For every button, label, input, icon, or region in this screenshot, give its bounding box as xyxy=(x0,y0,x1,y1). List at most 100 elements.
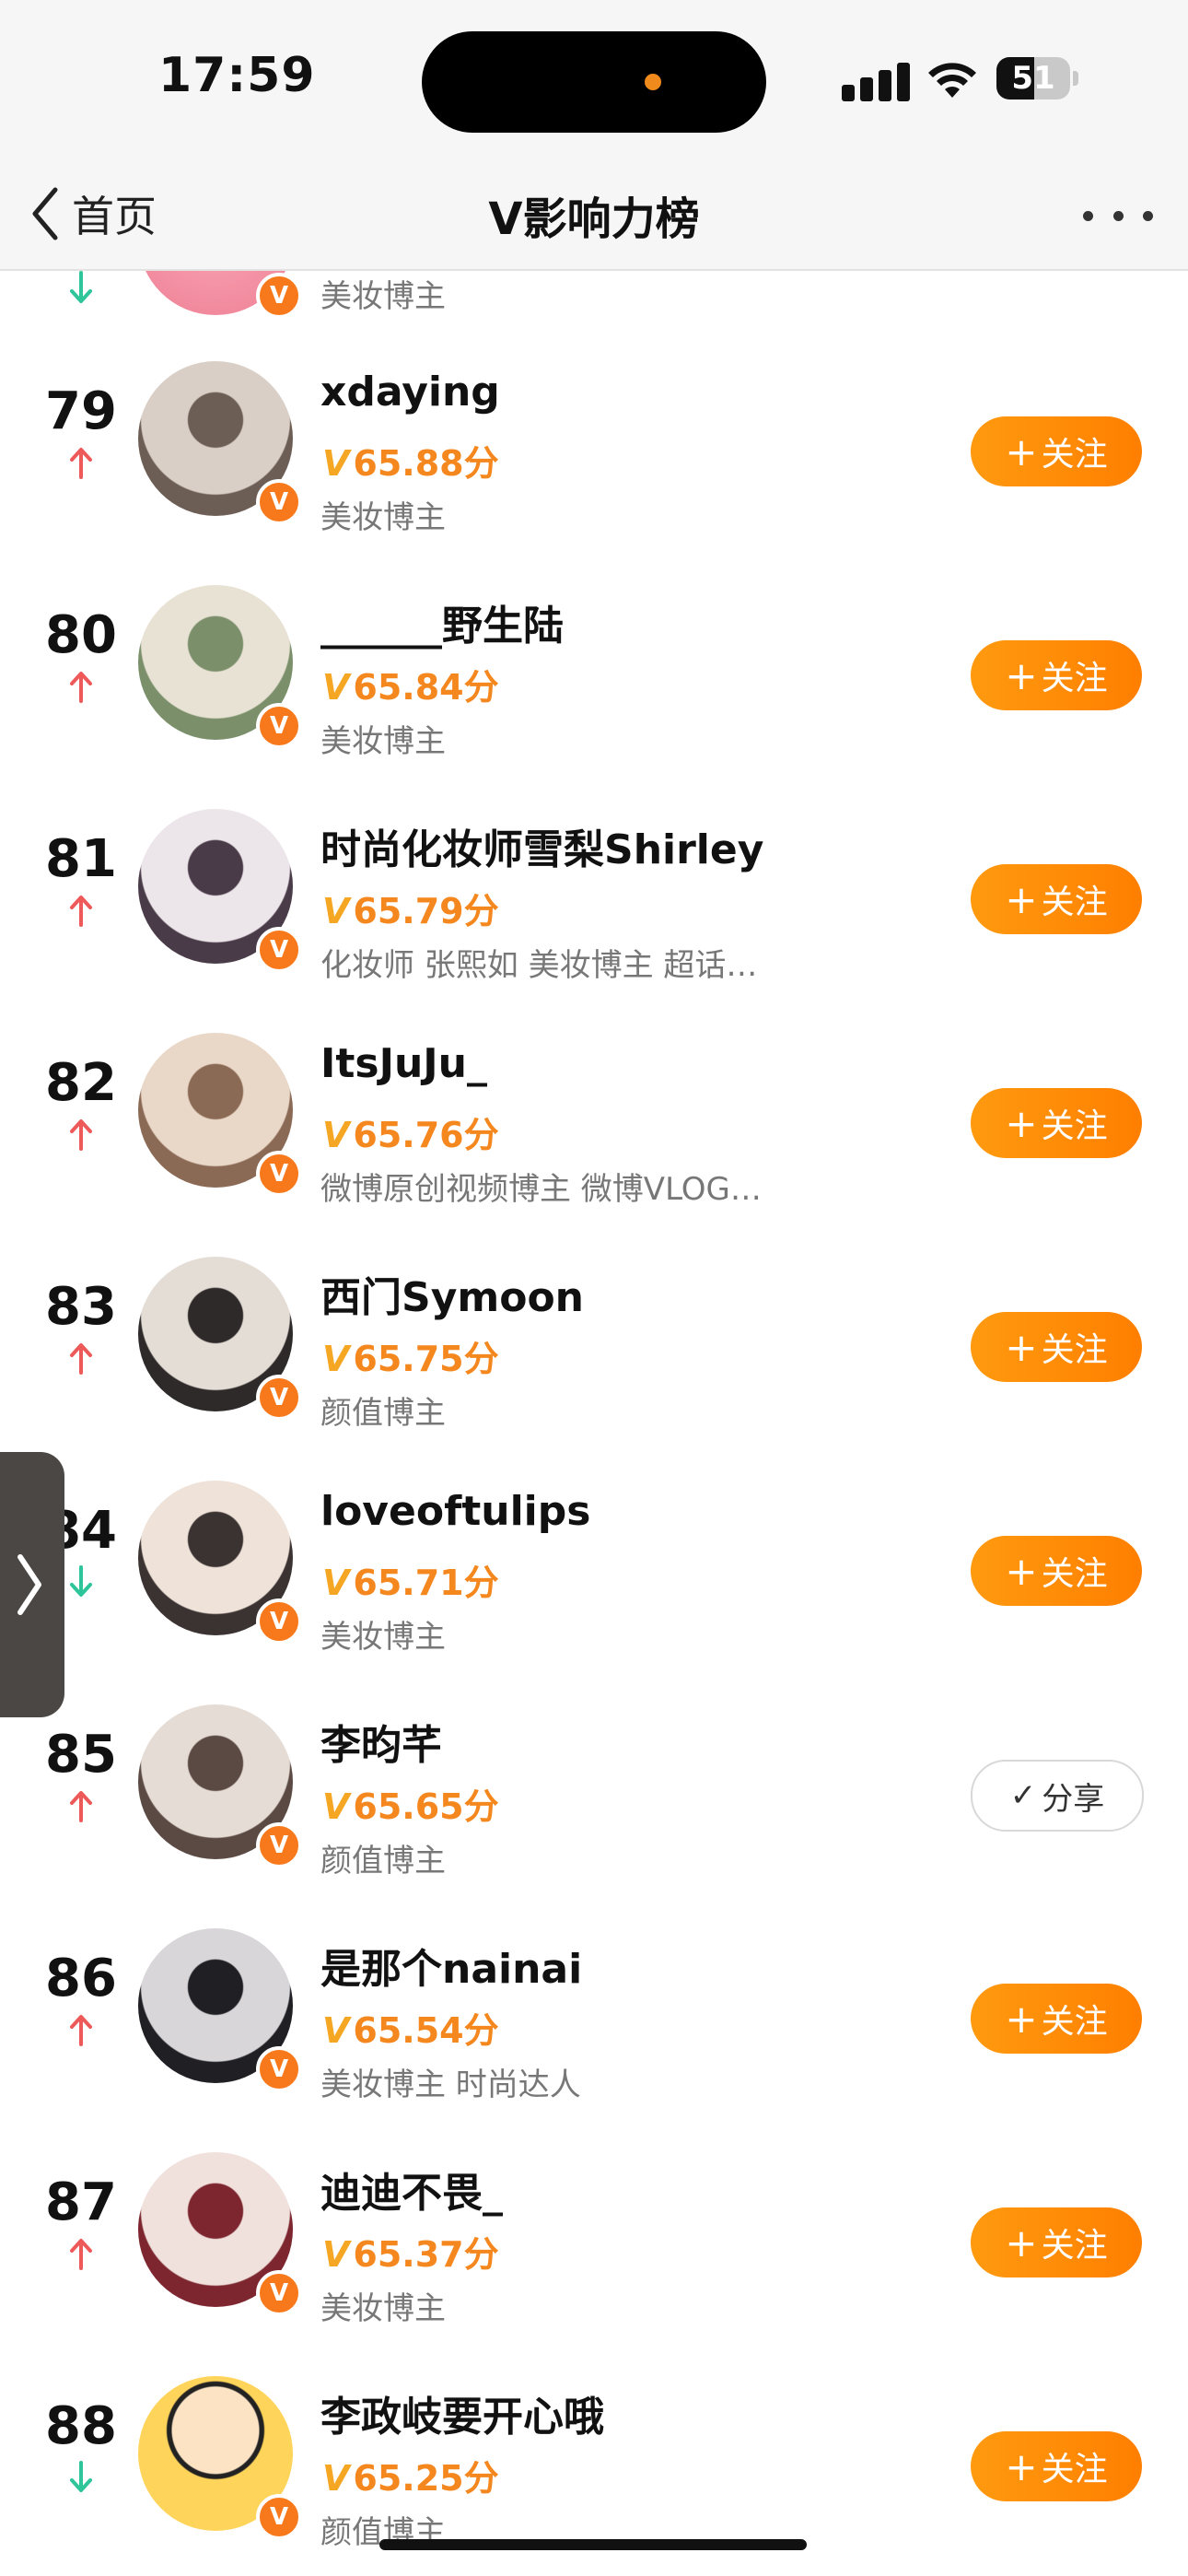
share-label: 分享 xyxy=(1042,1780,1105,1818)
more-dot-icon xyxy=(1112,210,1124,221)
status-time: 17:59 xyxy=(158,48,316,103)
account-name[interactable]: ItsJuJu_ xyxy=(320,1040,487,1087)
account-tags: 化妆师 张熙如 美妆博主 超话… xyxy=(320,947,758,984)
account-name[interactable]: 李政岐要开心哦 xyxy=(320,2383,604,2442)
influence-score: V 65.71分 xyxy=(322,1554,499,1605)
v-icon: V xyxy=(322,2458,350,2499)
battery-level-text: 51 xyxy=(1011,60,1055,97)
score-value: 65.71分 xyxy=(353,1563,499,1603)
page-title: V影响力榜 xyxy=(488,193,700,245)
account-name[interactable]: loveoftulips xyxy=(320,1488,590,1535)
plus-icon: + xyxy=(1005,1324,1038,1370)
verified-badge-icon: V xyxy=(256,1598,302,1645)
verified-badge-icon: V xyxy=(256,927,302,973)
account-tags: 美妆博主 xyxy=(320,499,446,536)
dynamic-island xyxy=(422,31,766,133)
v-icon: V xyxy=(322,443,350,484)
list-item[interactable]: 80 V ______野生陆 V 65.84分 美妆博主 + 关注 xyxy=(0,544,1188,768)
verified-badge-icon: V xyxy=(256,2270,302,2316)
score-value: 65.79分 xyxy=(353,891,499,931)
more-dot-icon xyxy=(1143,210,1153,221)
verified-badge-icon: V xyxy=(256,1822,302,1868)
list-item[interactable]: 79 V xdaying V 65.88分 美妆博主 + 关注 xyxy=(0,321,1188,544)
score-value: 65.65分 xyxy=(353,1786,499,1827)
share-button[interactable]: ✓ 分享 xyxy=(971,1760,1144,1832)
rank-number: 83 xyxy=(45,1277,117,1337)
follow-button[interactable]: + 关注 xyxy=(971,1312,1142,1382)
score-value: 65.37分 xyxy=(353,2234,499,2275)
more-dot-icon xyxy=(1083,210,1093,221)
list-item[interactable]: 86 V 是那个nainai V 65.54分 美妆博主 时尚达人 + 关注 xyxy=(0,1888,1188,2112)
side-panel-handle[interactable] xyxy=(0,1452,64,1717)
plus-icon: + xyxy=(1005,652,1038,698)
status-bar: 17:59 51 xyxy=(0,0,1188,157)
follow-button[interactable]: + 关注 xyxy=(971,864,1142,934)
influence-score: V 65.37分 xyxy=(322,2226,499,2277)
trend-up-icon xyxy=(70,672,92,703)
rank-number: 82 xyxy=(45,1053,117,1113)
follow-button[interactable]: + 关注 xyxy=(971,1984,1142,2054)
list-item[interactable]: 85 V 李昀芊 V 65.65分 颜值博主 ✓ 分享 xyxy=(0,1664,1188,1888)
score-value: 65.76分 xyxy=(353,1115,499,1155)
plus-icon: + xyxy=(1005,2443,1038,2489)
home-indicator[interactable] xyxy=(379,2539,807,2550)
battery-icon: 51 xyxy=(996,57,1078,100)
influence-score: V 65.84分 xyxy=(322,659,499,709)
verified-badge-icon: V xyxy=(256,273,302,315)
account-name[interactable]: xdaying xyxy=(320,369,500,416)
influence-score: V 65.65分 xyxy=(322,1778,499,1829)
v-icon: V xyxy=(322,891,350,931)
rank-number: 86 xyxy=(45,1949,117,2008)
list-item[interactable]: 84 V loveoftulips V 65.71分 美妆博主 + 关注 xyxy=(0,1440,1188,1664)
list-item[interactable]: 83 V 西门Symoon V 65.75分 颜值博主 + 关注 xyxy=(0,1216,1188,1440)
follow-button[interactable]: + 关注 xyxy=(971,2207,1142,2277)
plus-icon: + xyxy=(1005,1996,1038,2042)
account-tags: 美妆博主 xyxy=(320,278,446,315)
list-item[interactable]: 82 V ItsJuJu_ V 65.76分 微博原创视频博主 微博VLOG… +… xyxy=(0,992,1188,1216)
trend-up-icon xyxy=(70,2015,92,2046)
follow-button[interactable]: + 关注 xyxy=(971,640,1142,710)
rank-number: 79 xyxy=(45,381,117,441)
follow-label: 关注 xyxy=(1041,436,1108,474)
verified-badge-icon: V xyxy=(256,703,302,749)
list-item[interactable]: 81 V 时尚化妆师雪梨Shirley V 65.79分 化妆师 张熙如 美妆博主… xyxy=(0,768,1188,992)
account-tags: 颜值博主 xyxy=(320,1395,446,1432)
list-item[interactable]: 88 V 李政岐要开心哦 V 65.25分 颜值博主 + 关注 xyxy=(0,2336,1188,2559)
account-name[interactable]: 是那个nainai xyxy=(320,1936,582,1995)
account-name[interactable]: 时尚化妆师雪梨Shirley xyxy=(320,816,763,875)
rank-number: 87 xyxy=(45,2172,117,2232)
account-name[interactable]: 李昀芊 xyxy=(320,1712,442,1771)
follow-button[interactable]: + 关注 xyxy=(971,416,1142,486)
account-tags: 颜值博主 xyxy=(320,1843,446,1879)
follow-button[interactable]: + 关注 xyxy=(971,2431,1142,2501)
v-icon: V xyxy=(322,667,350,708)
v-icon: V xyxy=(322,1786,350,1827)
account-name[interactable]: 西门Symoon xyxy=(320,1264,584,1323)
follow-label: 关注 xyxy=(1041,1331,1108,1369)
plus-icon: + xyxy=(1005,876,1038,922)
account-name[interactable]: ______野生陆 xyxy=(320,592,564,651)
navigation-bar: 首页 V影响力榜 xyxy=(0,157,1188,271)
follow-button[interactable]: + 关注 xyxy=(971,1536,1142,1606)
follow-button[interactable]: + 关注 xyxy=(971,1088,1142,1158)
v-icon: V xyxy=(322,1115,350,1155)
follow-label: 关注 xyxy=(1041,2003,1108,2041)
score-value: 65.84分 xyxy=(353,667,499,708)
account-tags: 美妆博主 xyxy=(320,2290,446,2327)
influence-score: V 65.76分 xyxy=(322,1107,499,1157)
v-icon: V xyxy=(322,2234,350,2275)
verified-badge-icon: V xyxy=(256,479,302,525)
account-tags: 美妆博主 时尚达人 xyxy=(320,2067,581,2103)
trend-up-icon xyxy=(70,448,92,479)
influence-score: V 65.54分 xyxy=(322,2002,499,2053)
follow-label: 关注 xyxy=(1041,2451,1108,2488)
wifi-icon xyxy=(928,63,976,98)
plus-icon: + xyxy=(1005,1548,1038,1594)
list-item[interactable]: 87 V 迪迪不畏_ V 65.37分 美妆博主 + 关注 xyxy=(0,2112,1188,2336)
more-options-button[interactable] xyxy=(1083,197,1153,234)
list-item-partial[interactable]: V 美妆博主 xyxy=(0,271,1188,315)
account-tags: 美妆博主 xyxy=(320,723,446,760)
trend-up-icon xyxy=(70,896,92,927)
account-name[interactable]: 迪迪不畏_ xyxy=(320,2160,503,2219)
chevron-right-icon xyxy=(17,1554,41,1615)
